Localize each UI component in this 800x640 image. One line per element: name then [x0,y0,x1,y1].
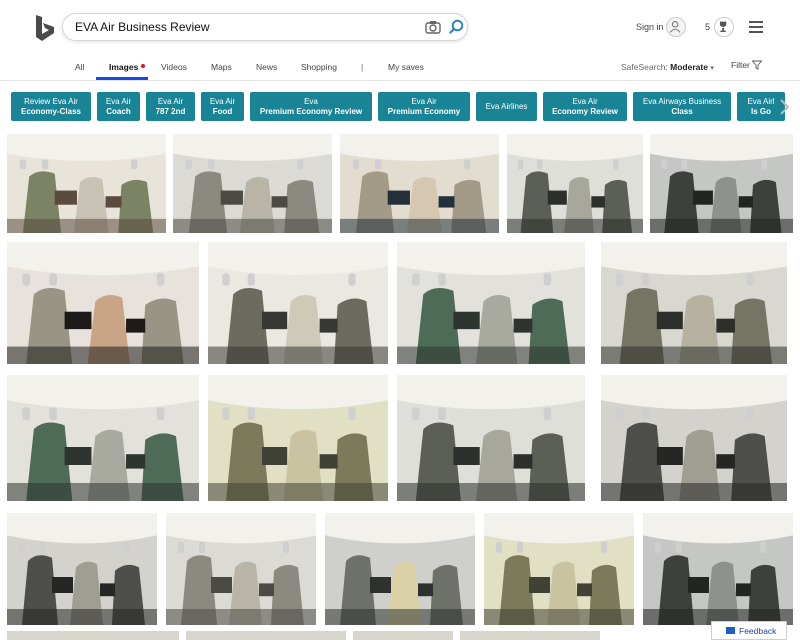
feedback-button[interactable]: Feedback [711,621,787,640]
image-result-thumbnail[interactable] [7,631,179,640]
image-result-thumbnail[interactable] [601,375,787,501]
image-result-thumbnail[interactable] [397,242,585,364]
image-result-thumbnail[interactable] [7,375,199,501]
image-result-thumbnail[interactable] [340,134,499,233]
image-result-thumbnail[interactable] [208,242,388,364]
image-result-thumbnail[interactable] [186,631,346,640]
feedback-label: Feedback [739,626,777,636]
image-results-grid [0,0,800,640]
image-result-thumbnail[interactable] [7,242,199,364]
image-result-thumbnail[interactable] [353,631,453,640]
image-result-thumbnail[interactable] [208,375,388,501]
image-result-thumbnail[interactable] [484,513,634,625]
image-result-thumbnail[interactable] [7,134,166,233]
image-result-thumbnail[interactable] [325,513,475,625]
image-result-thumbnail[interactable] [460,631,600,640]
image-result-thumbnail[interactable] [173,134,332,233]
chat-bubble-icon [726,627,735,634]
image-result-thumbnail[interactable] [643,513,793,625]
image-result-thumbnail[interactable] [650,134,793,233]
image-result-thumbnail[interactable] [166,513,316,625]
image-result-thumbnail[interactable] [7,513,157,625]
image-result-thumbnail[interactable] [397,375,585,501]
image-result-thumbnail[interactable] [601,242,787,364]
image-result-thumbnail[interactable] [507,134,643,233]
